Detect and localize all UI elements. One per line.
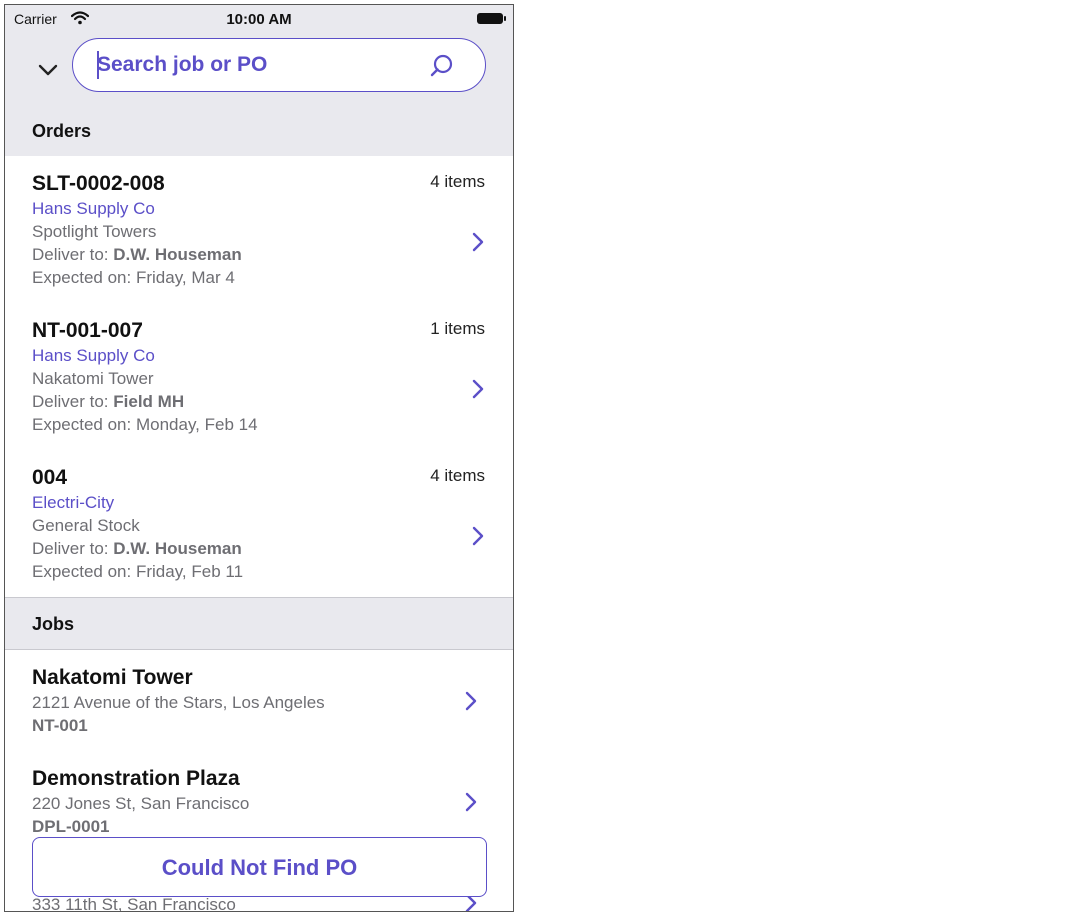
- job-address: 333 11th St, San Francisco: [32, 895, 236, 912]
- deliver-recipient: Field MH: [113, 392, 185, 411]
- order-location: Spotlight Towers: [32, 222, 157, 241]
- text-caret: [97, 51, 99, 79]
- job-name: Nakatomi Tower: [32, 666, 193, 689]
- section-header-jobs: Jobs: [5, 598, 513, 650]
- search-icon[interactable]: [429, 53, 455, 79]
- order-location: Nakatomi Tower: [32, 369, 154, 388]
- status-time: 10:00 AM: [226, 11, 292, 28]
- deliver-label: Deliver to:: [32, 392, 109, 411]
- job-row[interactable]: Nakatomi Tower 2121 Avenue of the Stars,…: [5, 650, 513, 752]
- order-po-number: SLT-0002-008: [32, 172, 165, 195]
- search-bar: [5, 33, 513, 106]
- job-code: NT-001: [32, 716, 88, 735]
- deliver-recipient: D.W. Houseman: [113, 245, 242, 264]
- search-field[interactable]: [72, 38, 486, 92]
- order-supplier: Electri-City: [32, 493, 115, 512]
- job-address: 220 Jones St, San Francisco: [32, 794, 250, 813]
- chevron-right-icon: [472, 379, 484, 399]
- order-po-number: NT-001-007: [32, 319, 143, 342]
- order-expected-date: Expected on: Monday, Feb 14: [32, 415, 258, 434]
- order-po-number: 004: [32, 466, 68, 489]
- order-deliver-to: Deliver to: D.W. Houseman: [32, 245, 242, 265]
- order-row[interactable]: 004 4 items Electri-City General Stock D…: [5, 450, 513, 598]
- section-title-orders: Orders: [32, 121, 92, 141]
- order-row[interactable]: NT-001-007 1 items Hans Supply Co Nakato…: [5, 303, 513, 451]
- chevron-right-icon: [465, 792, 477, 812]
- order-expected-date: Expected on: Friday, Mar 4: [32, 268, 235, 287]
- order-item-count: 4 items: [430, 172, 485, 191]
- order-deliver-to: Deliver to: Field MH: [32, 392, 184, 412]
- order-supplier: Hans Supply Co: [32, 346, 155, 365]
- phone-screen: Carrier 10:00 AM Orders SLT-0002-008 4 i…: [4, 4, 514, 912]
- job-name: Demonstration Plaza: [32, 767, 240, 790]
- chevron-down-icon[interactable]: [37, 63, 59, 77]
- could-not-find-po-button[interactable]: Could Not Find PO: [32, 837, 487, 897]
- battery-icon: [477, 13, 506, 24]
- deliver-recipient: D.W. Houseman: [113, 539, 242, 558]
- chevron-right-icon: [472, 232, 484, 252]
- section-header-orders: Orders: [5, 105, 513, 157]
- order-supplier: Hans Supply Co: [32, 199, 155, 218]
- status-bar: Carrier 10:00 AM: [5, 5, 513, 33]
- order-row[interactable]: SLT-0002-008 4 items Hans Supply Co Spot…: [5, 156, 513, 304]
- order-item-count: 1 items: [430, 319, 485, 338]
- order-deliver-to: Deliver to: D.W. Houseman: [32, 539, 242, 559]
- search-input[interactable]: [97, 51, 417, 79]
- deliver-label: Deliver to:: [32, 539, 109, 558]
- job-code: DPL-0001: [32, 817, 110, 836]
- chevron-right-icon: [465, 691, 477, 711]
- chevron-right-icon: [472, 526, 484, 546]
- deliver-label: Deliver to:: [32, 245, 109, 264]
- order-item-count: 4 items: [430, 466, 485, 485]
- job-address: 2121 Avenue of the Stars, Los Angeles: [32, 693, 325, 712]
- section-title-jobs: Jobs: [32, 614, 75, 634]
- order-location: General Stock: [32, 516, 140, 535]
- order-expected-date: Expected on: Friday, Feb 11: [32, 562, 244, 581]
